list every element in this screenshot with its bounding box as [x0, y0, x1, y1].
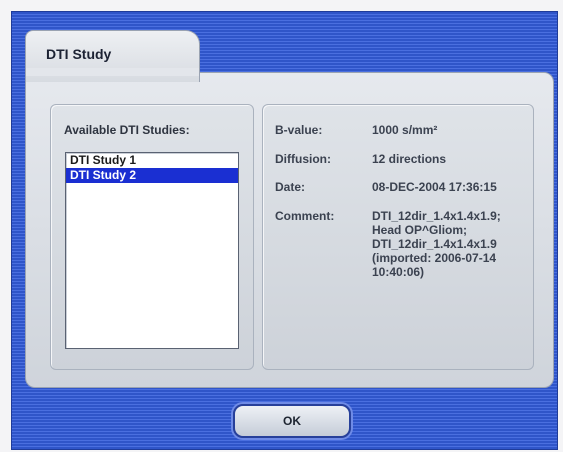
date-value: 08-DEC-2004 17:36:15: [372, 180, 497, 194]
comment-line: (imported: 2006-07-14: [372, 251, 497, 265]
comment-line: 10:40:06): [372, 265, 425, 279]
bvalue-label: B-value:: [275, 123, 323, 137]
comment-line: Head OP^Gliom;: [372, 223, 468, 237]
details-group: B-value: 1000 s/mm² Diffusion: 12 direct…: [262, 104, 534, 370]
ok-button-label: OK: [283, 414, 301, 428]
studies-label: Available DTI Studies:: [64, 123, 190, 137]
date-label: Date:: [275, 180, 306, 194]
comment-line: DTI_12dir_1.4x1.4x1.9: [372, 237, 497, 251]
list-item-selected[interactable]: DTI Study 2: [66, 168, 238, 183]
comment-value: DTI_12dir_1.4x1.4x1.9; Head OP^Gliom; DT…: [372, 209, 522, 279]
studies-group: Available DTI Studies: DTI Study 1 DTI S…: [50, 104, 254, 370]
list-item[interactable]: DTI Study 1: [66, 153, 238, 168]
tab-title: DTI Study: [46, 46, 112, 62]
tab-join: [26, 68, 199, 76]
diffusion-value: 12 directions: [372, 152, 447, 166]
studies-list[interactable]: DTI Study 1 DTI Study 2: [65, 152, 239, 349]
ok-button[interactable]: OK: [233, 404, 351, 438]
bvalue-value: 1000 s/mm²: [372, 123, 438, 137]
comment-label: Comment:: [275, 209, 335, 223]
comment-line: DTI_12dir_1.4x1.4x1.9;: [372, 209, 501, 223]
diffusion-label: Diffusion:: [275, 152, 331, 166]
